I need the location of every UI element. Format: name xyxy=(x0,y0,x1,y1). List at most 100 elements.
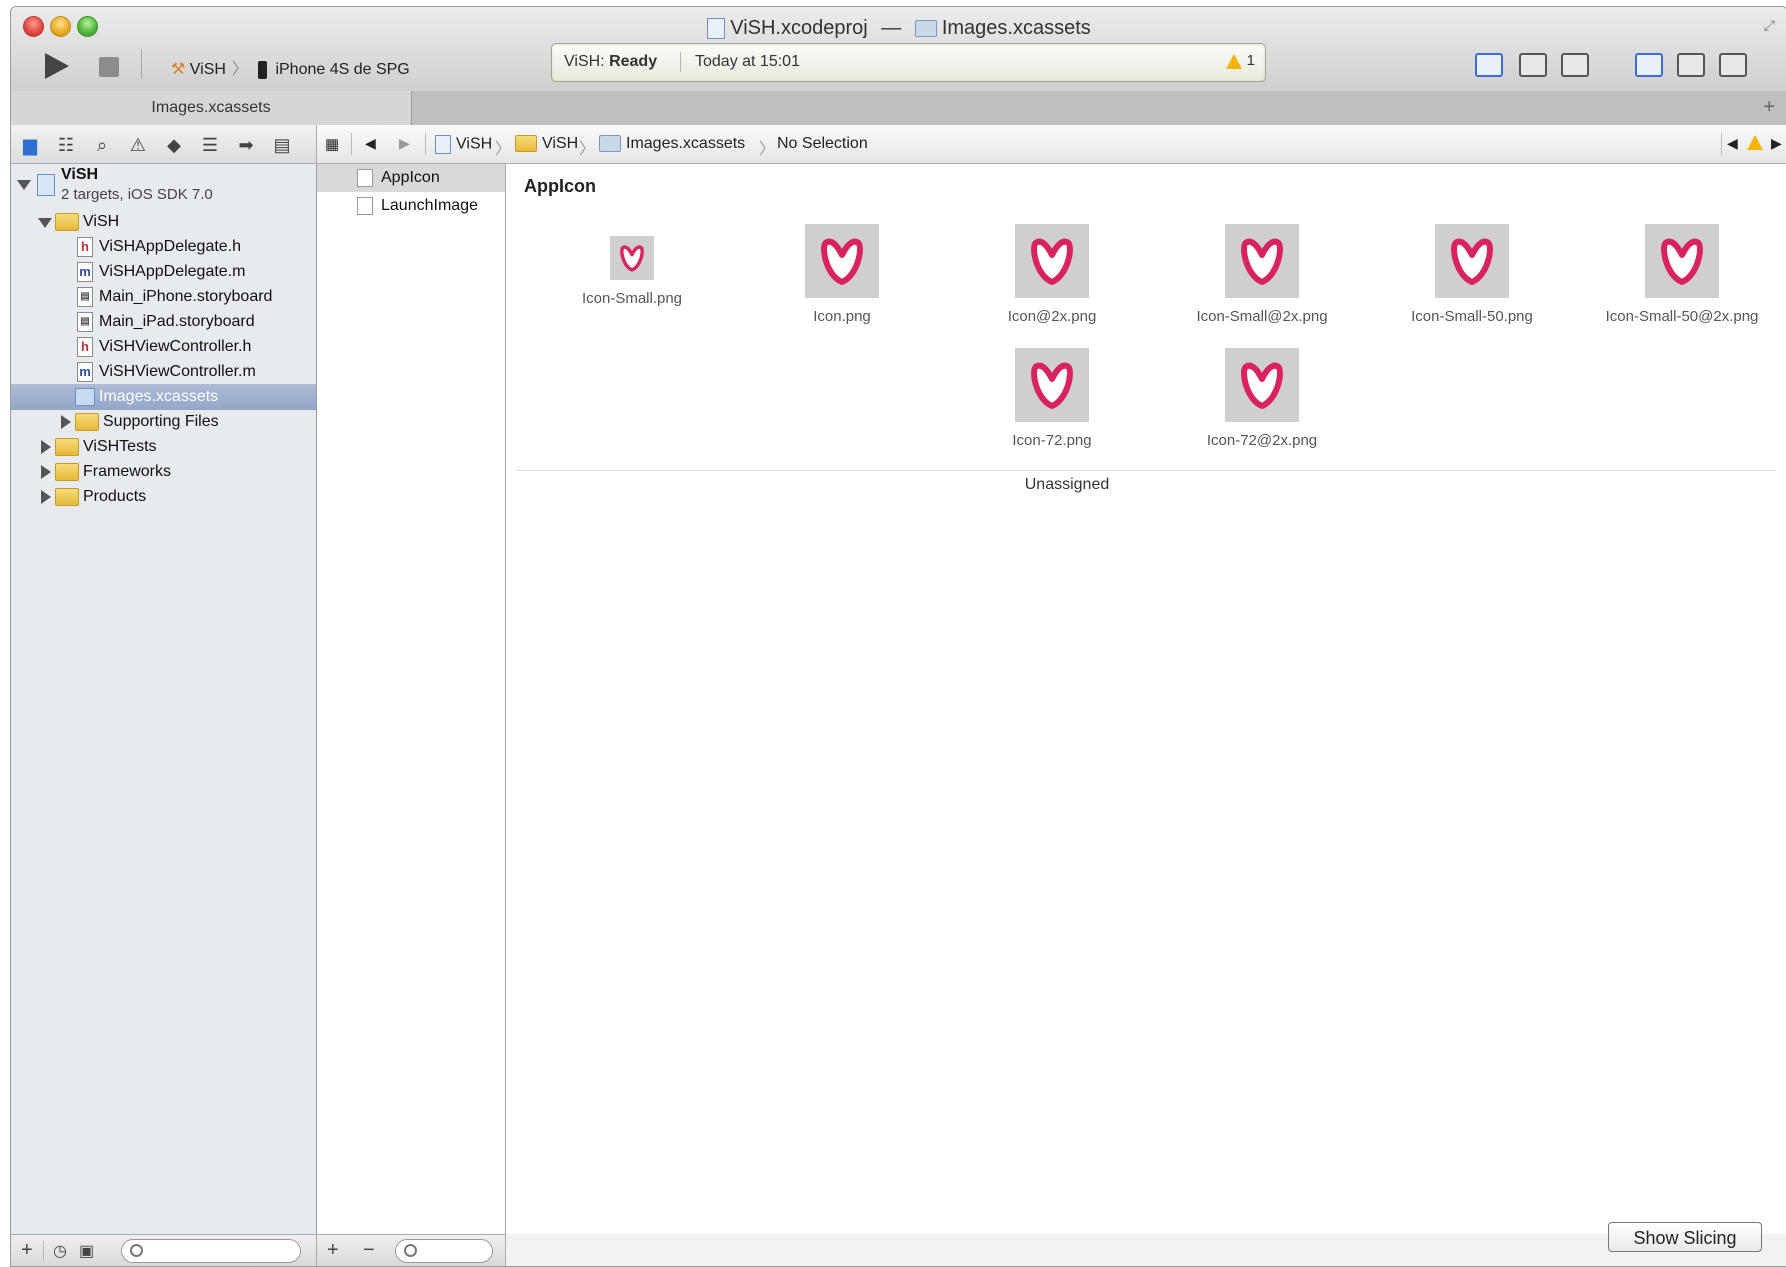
icon-slot[interactable]: Icon-72@2x.png xyxy=(1162,348,1362,449)
related-items-icon[interactable]: ▦ xyxy=(325,135,339,153)
fullscreen-icon[interactable]: ⤢ xyxy=(1764,17,1775,34)
debug-navigator-icon[interactable]: ☰ xyxy=(199,135,221,155)
disclosure-closed-icon[interactable] xyxy=(41,490,51,504)
jumpbar-selection[interactable]: No Selection xyxy=(777,135,868,153)
icon-slot[interactable]: Icon-Small@2x.png xyxy=(1162,224,1362,325)
scheme-selector[interactable]: ⚒ ViSH 〉 iPhone 4S de SPG xyxy=(171,55,410,79)
file-row[interactable]: ▤ Main_iPhone.storyboard xyxy=(11,284,316,310)
jumpbar-group[interactable]: ViSH xyxy=(515,135,578,153)
iphone-icon xyxy=(258,60,268,79)
asset-row-launchimage[interactable]: LaunchImage xyxy=(317,192,505,220)
warning-indicator[interactable]: 1 xyxy=(1226,52,1255,69)
xcassets-icon xyxy=(599,135,621,153)
issue-warning-icon[interactable] xyxy=(1747,134,1763,152)
header-file-icon: h xyxy=(77,237,93,257)
next-issue-icon[interactable]: ▶ xyxy=(1771,135,1782,152)
assistant-editor-icon[interactable] xyxy=(1519,53,1547,77)
search-icon xyxy=(130,1244,143,1257)
app-icon-image xyxy=(1435,224,1509,298)
icon-slot[interactable]: Icon-72.png xyxy=(952,348,1152,449)
file-row[interactable]: m ViSHViewController.m xyxy=(11,359,316,385)
source-control-filter-icon[interactable]: ▣ xyxy=(79,1241,94,1261)
show-slicing-button[interactable]: Show Slicing xyxy=(1608,1222,1762,1252)
navigator-selector-bar: ▆ ☷ ⌕ ⚠ ◆ ☰ ➡ ▤ xyxy=(11,125,317,164)
asset-set-list: AppIcon LaunchImage xyxy=(317,164,506,1234)
asset-set-title: AppIcon xyxy=(524,176,596,196)
jumpbar-xcassets[interactable]: Images.xcassets xyxy=(599,135,745,153)
folder-icon xyxy=(55,488,79,506)
run-button[interactable] xyxy=(45,53,69,79)
version-editor-icon[interactable] xyxy=(1561,53,1589,77)
group-row-products[interactable]: Products xyxy=(11,484,316,510)
navigator-filter-field[interactable] xyxy=(121,1239,301,1263)
app-icon-image xyxy=(610,236,654,280)
add-tab-icon[interactable]: + xyxy=(1763,96,1775,119)
tab-images-xcassets[interactable]: Images.xcassets xyxy=(11,91,412,125)
asset-filter-field[interactable] xyxy=(395,1239,493,1263)
symbol-navigator-icon[interactable]: ☷ xyxy=(55,135,77,155)
previous-issue-icon[interactable]: ◀ xyxy=(1727,135,1738,152)
app-icon-image xyxy=(1225,348,1299,422)
xcassets-icon xyxy=(914,20,937,38)
xcassets-icon xyxy=(75,388,95,406)
app-icon-image xyxy=(1645,224,1719,298)
utilities-toggle-icon[interactable] xyxy=(1719,53,1747,77)
disclosure-closed-icon[interactable] xyxy=(41,465,51,479)
asset-set-icon xyxy=(357,169,373,187)
asset-editor: AppIcon Icon-Small.png Icon.png Icon@2x.… xyxy=(506,164,1786,1252)
file-row-selected[interactable]: Images.xcassets xyxy=(11,384,316,410)
disclosure-open-icon[interactable] xyxy=(17,180,31,190)
folder-icon xyxy=(55,463,79,481)
file-row[interactable]: m ViSHAppDelegate.m xyxy=(11,259,316,285)
storyboard-file-icon: ▤ xyxy=(77,312,93,332)
title-toolbar: ViSH.xcodeproj — Images.xcassets ⤢ ⚒ ViS… xyxy=(11,7,1786,92)
warning-icon xyxy=(1226,53,1243,69)
add-asset-icon[interactable]: + xyxy=(327,1239,339,1262)
back-arrow-icon[interactable]: ◀ xyxy=(365,135,376,152)
search-navigator-icon[interactable]: ⌕ xyxy=(91,135,113,155)
hammer-icon: ⚒ xyxy=(171,61,186,78)
disclosure-closed-icon[interactable] xyxy=(41,440,51,454)
app-icon-image xyxy=(1015,348,1089,422)
standard-editor-icon[interactable] xyxy=(1475,53,1503,77)
debug-area-toggle-icon[interactable] xyxy=(1677,53,1705,77)
add-file-icon[interactable]: + xyxy=(21,1239,33,1262)
breakpoint-navigator-icon[interactable]: ➡ xyxy=(235,135,257,155)
group-row-vish[interactable]: ViSH xyxy=(11,209,316,235)
group-row-frameworks[interactable]: Frameworks xyxy=(11,459,316,485)
recent-files-icon[interactable]: ◷ xyxy=(53,1241,67,1261)
icon-slot[interactable]: Icon@2x.png xyxy=(952,224,1152,325)
remove-asset-icon[interactable]: − xyxy=(363,1239,375,1262)
file-row[interactable]: h ViSHAppDelegate.h xyxy=(11,234,316,260)
file-row[interactable]: h ViSHViewController.h xyxy=(11,334,316,360)
group-row-supporting-files[interactable]: Supporting Files xyxy=(11,409,316,435)
toolbar-divider xyxy=(141,49,142,79)
stop-button[interactable] xyxy=(99,57,119,77)
disclosure-open-icon[interactable] xyxy=(38,218,52,228)
asset-row-appicon[interactable]: AppIcon xyxy=(317,164,505,192)
icon-slot[interactable]: Icon-Small.png xyxy=(532,224,732,307)
xcodeproj-icon xyxy=(435,135,451,154)
icon-slot[interactable]: Icon-Small-50.png xyxy=(1372,224,1572,325)
project-row[interactable]: ViSH 2 targets, iOS SDK 7.0 xyxy=(11,164,316,208)
tab-bar: Images.xcassets + xyxy=(11,91,1786,126)
jumpbar-project[interactable]: ViSH xyxy=(435,135,492,154)
file-row[interactable]: ▤ Main_iPad.storyboard xyxy=(11,309,316,335)
folder-icon xyxy=(75,413,99,431)
section-divider xyxy=(516,470,1776,471)
issue-navigator-icon[interactable]: ⚠ xyxy=(127,135,149,155)
forward-arrow-icon[interactable]: ▶ xyxy=(399,135,410,152)
test-navigator-icon[interactable]: ◆ xyxy=(163,135,185,155)
navigator-toggle-icon[interactable] xyxy=(1635,53,1663,77)
icon-slot[interactable]: Icon.png xyxy=(742,224,942,325)
log-navigator-icon[interactable]: ▤ xyxy=(271,135,293,155)
xcode-window: ViSH.xcodeproj — Images.xcassets ⤢ ⚒ ViS… xyxy=(10,6,1786,1267)
storyboard-file-icon: ▤ xyxy=(77,287,93,307)
project-navigator: ViSH 2 targets, iOS SDK 7.0 ViSH h ViSHA… xyxy=(11,164,317,1234)
disclosure-closed-icon[interactable] xyxy=(61,415,71,429)
icon-slot[interactable]: Icon-Small-50@2x.png xyxy=(1582,224,1782,325)
search-icon xyxy=(404,1244,417,1257)
folder-icon xyxy=(55,213,79,231)
project-navigator-icon[interactable]: ▆ xyxy=(19,135,41,155)
group-row-vishtests[interactable]: ViSHTests xyxy=(11,434,316,460)
